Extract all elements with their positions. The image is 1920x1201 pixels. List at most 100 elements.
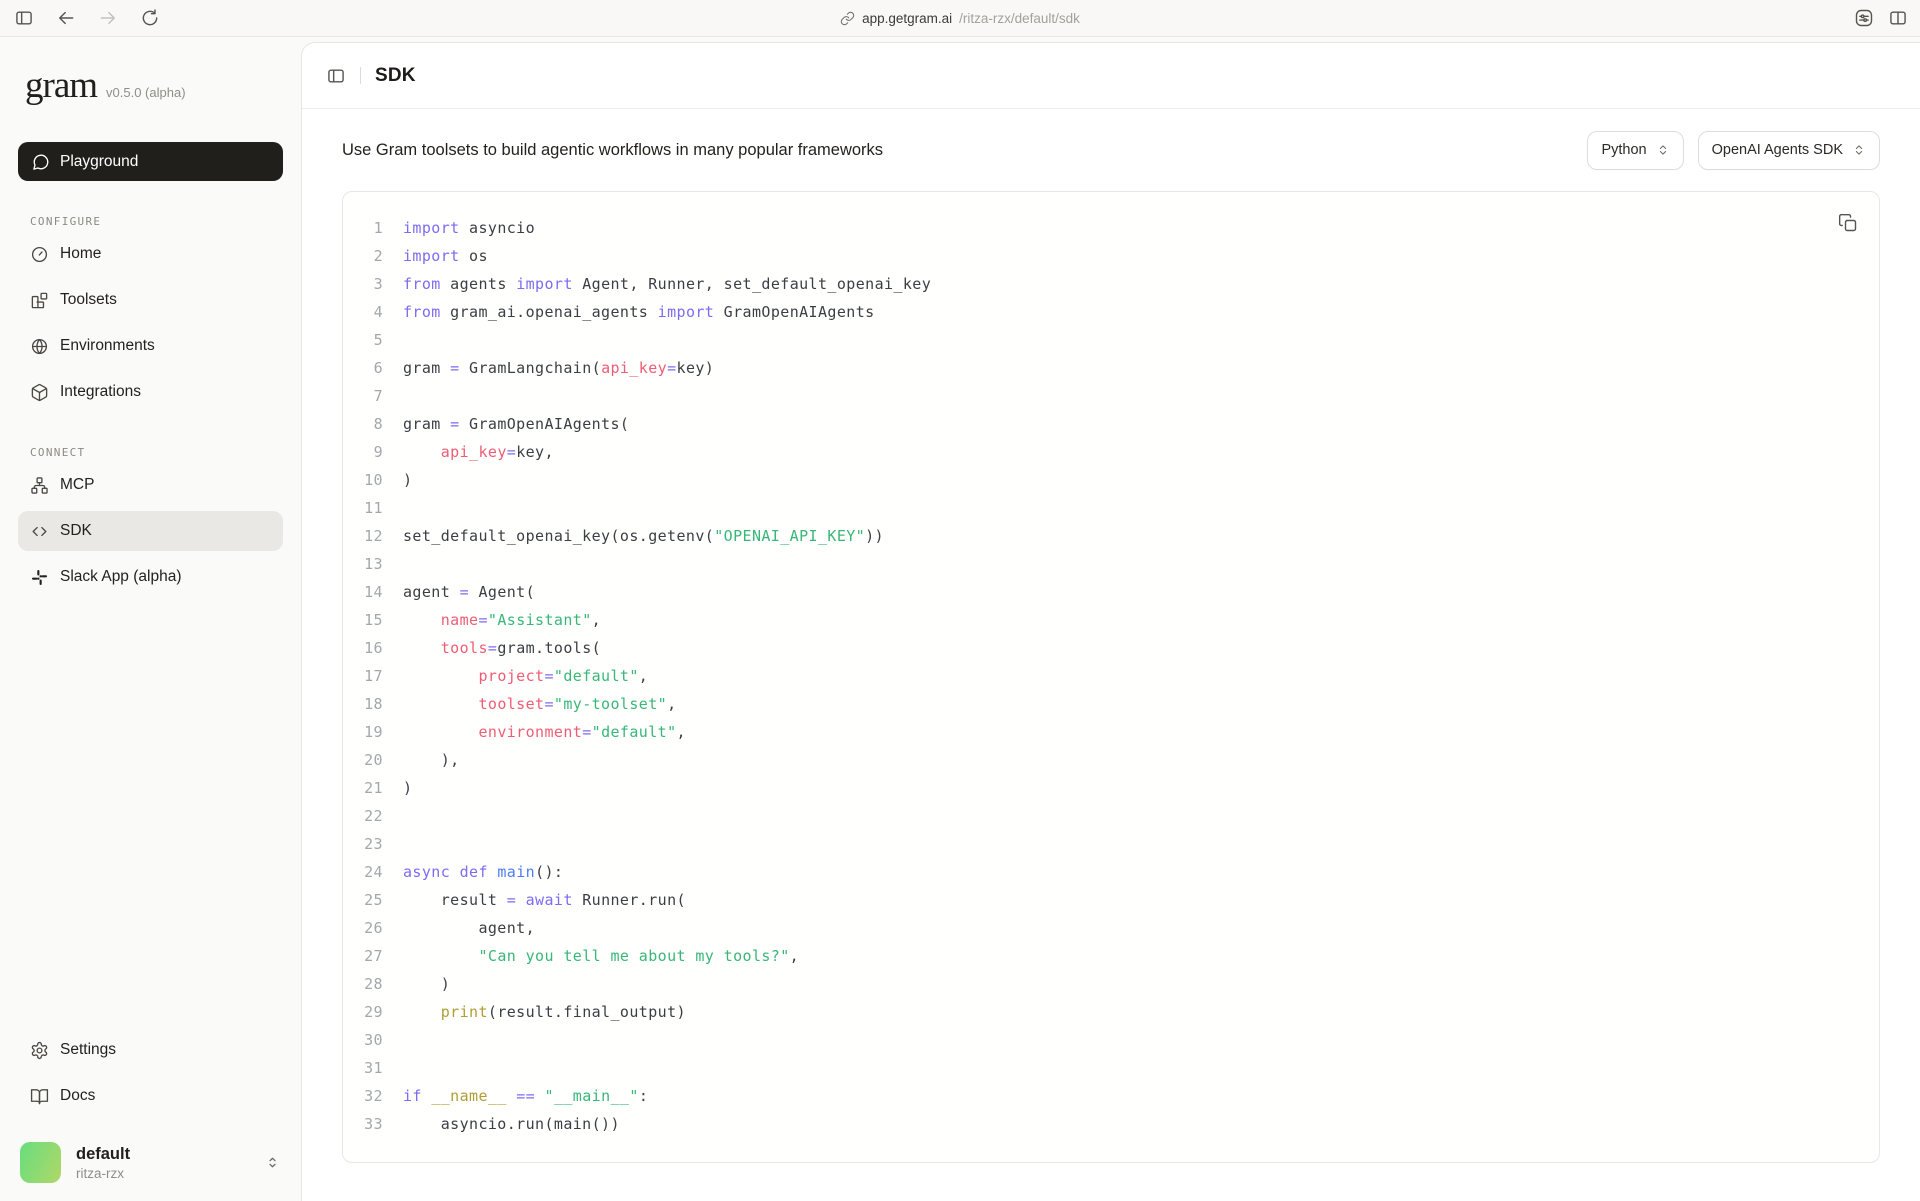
code-line: 31 bbox=[357, 1054, 1855, 1082]
line-number: 33 bbox=[357, 1110, 383, 1138]
code-line: 11 bbox=[357, 494, 1855, 522]
subtitle-row: Use Gram toolsets to build agentic workf… bbox=[342, 109, 1880, 191]
line-number: 24 bbox=[357, 858, 383, 886]
line-number: 28 bbox=[357, 970, 383, 998]
nav-footer: Settings Docs bbox=[18, 1030, 283, 1116]
code-line: 23 bbox=[357, 830, 1855, 858]
code-text: agent, bbox=[403, 914, 535, 942]
section-label: CONFIGURE bbox=[30, 215, 283, 228]
book-open-icon bbox=[30, 1087, 49, 1106]
nav-item-label: MCP bbox=[60, 476, 94, 494]
section-label: CONNECT bbox=[30, 446, 283, 459]
code-text: ) bbox=[403, 970, 450, 998]
playground-button[interactable]: Playground bbox=[18, 142, 283, 181]
code-text: from agents import Agent, Runner, set_de… bbox=[403, 270, 931, 298]
line-number: 3 bbox=[357, 270, 383, 298]
code-text: ), bbox=[403, 746, 460, 774]
copy-code-button[interactable] bbox=[1833, 208, 1863, 238]
framework-select[interactable]: OpenAI Agents SDK bbox=[1698, 131, 1880, 170]
project-switcher[interactable]: default ritza-rzx bbox=[18, 1138, 283, 1187]
line-number: 17 bbox=[357, 662, 383, 690]
code-text: ) bbox=[403, 774, 412, 802]
sidebar-item-environments[interactable]: Environments bbox=[18, 326, 283, 366]
version-label: v0.5.0 (alpha) bbox=[106, 85, 186, 100]
forward-icon[interactable] bbox=[98, 8, 118, 28]
split-view-icon[interactable] bbox=[1888, 8, 1908, 28]
code-text: "Can you tell me about my tools?", bbox=[403, 942, 799, 970]
code-line: 29 print(result.final_output) bbox=[357, 998, 1855, 1026]
project-meta: default ritza-rzx bbox=[76, 1145, 249, 1181]
reload-icon[interactable] bbox=[140, 8, 160, 28]
code-line: 15 name="Assistant", bbox=[357, 606, 1855, 634]
sidebar-item-sdk[interactable]: SDK bbox=[18, 511, 283, 551]
code-line: 26 agent, bbox=[357, 914, 1855, 942]
line-number: 7 bbox=[357, 382, 383, 410]
code-text: toolset="my-toolset", bbox=[403, 690, 677, 718]
gauge-icon bbox=[30, 245, 49, 264]
line-number: 8 bbox=[357, 410, 383, 438]
code-line: 30 bbox=[357, 1026, 1855, 1054]
code-text: import os bbox=[403, 242, 488, 270]
tune-icon[interactable] bbox=[1854, 8, 1874, 28]
project-avatar bbox=[20, 1142, 61, 1183]
language-select[interactable]: Python bbox=[1587, 131, 1683, 170]
line-number: 16 bbox=[357, 634, 383, 662]
gram-logo[interactable]: gram bbox=[25, 67, 97, 104]
line-number: 29 bbox=[357, 998, 383, 1026]
gear-icon bbox=[30, 1041, 49, 1060]
line-number: 20 bbox=[357, 746, 383, 774]
sidebar-item-docs[interactable]: Docs bbox=[18, 1076, 283, 1116]
line-number: 25 bbox=[357, 886, 383, 914]
sidebar-item-home[interactable]: Home bbox=[18, 234, 283, 274]
panel-left-icon[interactable] bbox=[14, 8, 34, 28]
nav-item-label: Slack App (alpha) bbox=[60, 568, 182, 586]
line-number: 13 bbox=[357, 550, 383, 578]
code-text: gram = GramLangchain(api_key=key) bbox=[403, 354, 714, 382]
code-text: ) bbox=[403, 466, 412, 494]
app-window: app.getgram.ai/ritza-rzx/default/sdk gra… bbox=[0, 0, 1920, 1201]
code-line: 5 bbox=[357, 326, 1855, 354]
sidebar-toggle-icon[interactable] bbox=[326, 66, 346, 86]
code-line: 3 from agents import Agent, Runner, set_d… bbox=[357, 270, 1855, 298]
code-line: 4from gram_ai.openai_agents import GramO… bbox=[357, 298, 1855, 326]
code-line: 32if __name__ == "__main__": bbox=[357, 1082, 1855, 1110]
project-name: default bbox=[76, 1145, 249, 1164]
slack-icon bbox=[30, 568, 49, 587]
sidebar-item-settings[interactable]: Settings bbox=[18, 1030, 283, 1070]
code-line: 12set_default_openai_key(os.getenv("OPEN… bbox=[357, 522, 1855, 550]
code-lines: 1import asyncio2import os3from agents im… bbox=[357, 214, 1855, 1138]
sidebar-item-toolsets[interactable]: Toolsets bbox=[18, 280, 283, 320]
url-bar[interactable]: app.getgram.ai/ritza-rzx/default/sdk bbox=[840, 11, 1080, 26]
page-content: Use Gram toolsets to build agentic workf… bbox=[302, 109, 1920, 1163]
logo-row: gram v0.5.0 (alpha) bbox=[25, 67, 283, 104]
project-org: ritza-rzx bbox=[76, 1166, 249, 1181]
chat-bubble-icon bbox=[32, 153, 50, 171]
code-line: 13 bbox=[357, 550, 1855, 578]
code-line: 9 api_key=key, bbox=[357, 438, 1855, 466]
line-number: 14 bbox=[357, 578, 383, 606]
browser-window-controls bbox=[1854, 8, 1908, 28]
sidebar-item-slack-app-alpha[interactable]: Slack App (alpha) bbox=[18, 557, 283, 597]
code-text: agent = Agent( bbox=[403, 578, 535, 606]
code-text: project="default", bbox=[403, 662, 648, 690]
framework-select-value: OpenAI Agents SDK bbox=[1712, 142, 1843, 158]
line-number: 19 bbox=[357, 718, 383, 746]
code-text: import asyncio bbox=[403, 214, 535, 242]
line-number: 9 bbox=[357, 438, 383, 466]
browser-chrome: app.getgram.ai/ritza-rzx/default/sdk bbox=[0, 0, 1920, 37]
page-subtitle: Use Gram toolsets to build agentic workf… bbox=[342, 141, 883, 160]
line-number: 27 bbox=[357, 942, 383, 970]
sidebar-item-mcp[interactable]: MCP bbox=[18, 465, 283, 505]
sidebar-item-integrations[interactable]: Integrations bbox=[18, 372, 283, 412]
language-select-value: Python bbox=[1601, 142, 1646, 158]
code-text: if __name__ == "__main__": bbox=[403, 1082, 648, 1110]
page-header: SDK bbox=[302, 43, 1920, 109]
code-text: print(result.final_output) bbox=[403, 998, 686, 1026]
code-text: gram = GramOpenAIAgents( bbox=[403, 410, 629, 438]
back-icon[interactable] bbox=[56, 8, 76, 28]
code-line: 1import asyncio bbox=[357, 214, 1855, 242]
code-icon bbox=[30, 522, 49, 541]
code-line: 21) bbox=[357, 774, 1855, 802]
code-text: asyncio.run(main()) bbox=[403, 1110, 620, 1138]
network-icon bbox=[30, 476, 49, 495]
